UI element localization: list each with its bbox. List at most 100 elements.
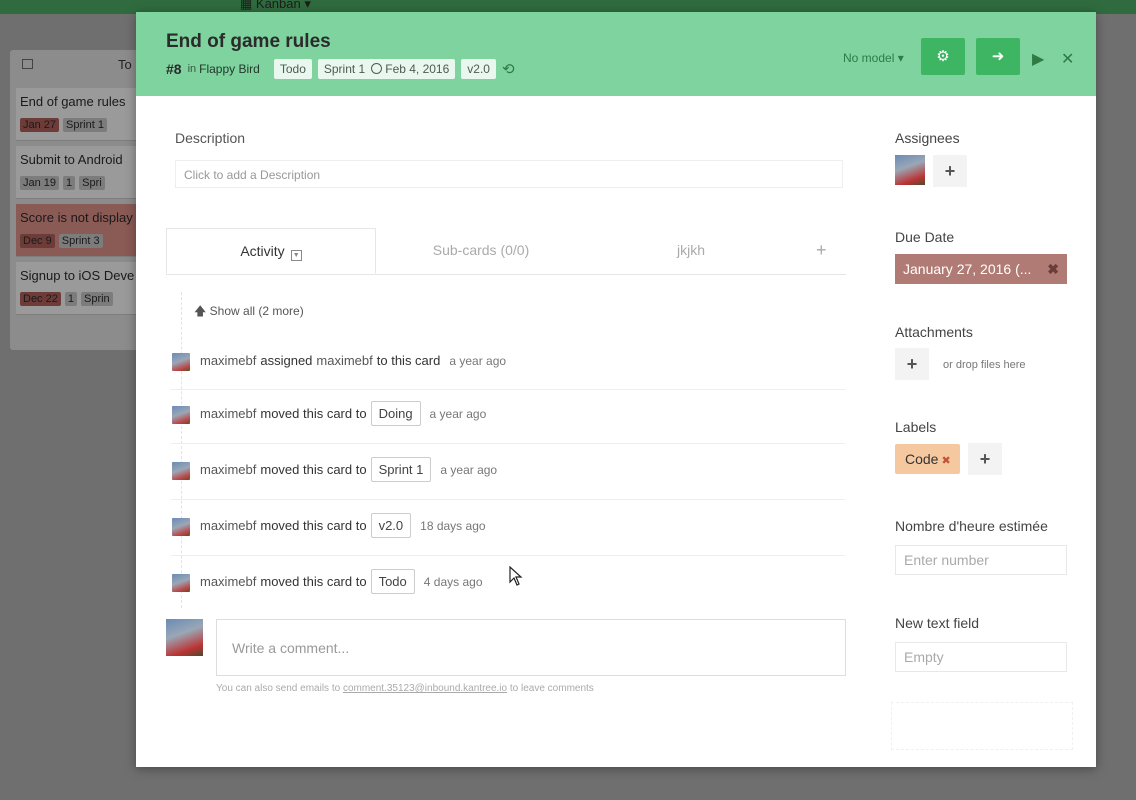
text-field-input[interactable]: Empty [895,642,1067,672]
list-icon [22,59,33,69]
tab-activity[interactable]: Activity ▼ [166,228,376,274]
add-attachment-button[interactable]: + [895,348,929,380]
text-field-label: New text field [895,615,980,631]
tab-sub-cards[interactable]: Sub-cards (0/0) [376,228,586,274]
card-sprint: Sprint 1 [63,118,107,132]
card-attach-count: 1 [64,292,77,306]
in-word: in [187,63,197,75]
due-date-label: Due Date [895,229,955,245]
description-input[interactable]: Click to add a Description [175,160,843,188]
avatar [172,406,190,424]
sprint-chip[interactable]: Sprint 1 Feb 4, 2016 [317,59,456,79]
caret-down-icon[interactable]: ▼ [290,250,302,261]
card-title: Signup to iOS Deve [20,268,135,283]
card-title: Submit to Android [20,152,123,167]
activity-time: a year ago [429,406,487,421]
assignees-label: Assignees [895,130,960,146]
activity-user[interactable]: maximebf [200,353,256,368]
kanban-label: Kanban [255,0,301,11]
activity-user[interactable]: maximebf [200,406,256,421]
activity-time: a year ago [449,353,507,368]
assignee-avatar[interactable] [895,155,925,185]
card-sprint: Spri [79,176,105,190]
background-card[interactable]: End of game rules Jan 27 Sprint 1 [16,88,156,141]
list-title: To [118,57,132,72]
play-icon[interactable]: ▶ [1032,49,1044,69]
activity-user[interactable]: maximebf [200,462,256,477]
card-header: End of game rules #8 in Flappy Bird Todo… [136,12,1096,96]
due-date-value: January 27, 2016 (... [903,261,1032,277]
card-due: Dec 9 [20,234,55,248]
activity-time: a year ago [440,462,498,477]
activity-tag: Todo [370,569,415,594]
avatar [172,574,190,592]
model-dropdown[interactable]: No model ▾ [843,51,904,65]
activity-tag: Doing [370,401,421,426]
background-card[interactable]: Submit to Android Jan 19 1 Spri [16,146,156,199]
settings-button[interactable]: ⚙ [921,38,965,75]
hours-input[interactable]: Enter number [895,545,1067,575]
labels-label: Labels [895,419,937,435]
activity-item: maximebf moved this card to Sprint 1 a y… [171,443,845,500]
hours-label: Nombre d'heure estimée [895,518,1048,534]
avatar [172,353,190,371]
version-chip[interactable]: v2.0 [461,59,496,79]
activity-tag: v2.0 [370,513,412,538]
activity-time: 4 days ago [423,574,483,589]
hint-suffix: to leave comments [509,683,594,694]
background-card[interactable]: Signup to iOS Deve Dec 22 1 Sprin [16,262,156,315]
sign-in-icon: ➜ [991,48,1005,65]
avatar [172,518,190,536]
card-due: Dec 22 [20,292,61,306]
move-button[interactable]: ➜ [976,38,1020,75]
remove-due-icon[interactable]: ✖ [1047,254,1059,284]
drop-files-hint: or drop files here [943,359,1026,371]
plus-icon: + [979,449,991,469]
sprint-date: Feb 4, 2016 [385,62,450,76]
activity-item: maximebf moved this card to v2.0 18 days… [171,499,845,556]
project-link[interactable]: Flappy Bird [199,62,260,76]
add-label-button[interactable]: + [968,443,1002,475]
activity-tag: Sprint 1 [370,457,432,482]
due-date-chip[interactable]: January 27, 2016 (... ✖ [895,254,1067,284]
current-user-avatar [166,619,203,656]
show-all-label: Show all (2 more) [209,304,304,318]
show-all-link[interactable]: 🡅 Show all (2 more) [194,302,304,323]
hint-prefix: You can also send emails to [216,683,341,694]
card-title: Score is not display [20,210,133,225]
card-sprint: Sprint 3 [58,234,103,248]
mouse-cursor-icon [509,566,523,586]
label-chip-code[interactable]: Code ✖ [895,444,960,474]
remove-label-icon[interactable]: ✖ [941,455,950,467]
attachments-label: Attachments [895,324,973,340]
comment-input[interactable]: Write a comment... [216,619,846,676]
status-chip[interactable]: Todo [273,59,312,79]
card-sprint: Sprin [80,292,113,306]
tab-jkjkh[interactable]: jkjkh [586,228,796,274]
comment-email-link[interactable]: comment.35123@inbound.kantree.io [343,683,507,694]
activity-target-user[interactable]: maximebf [316,353,372,368]
add-assignee-button[interactable]: + [933,155,967,187]
activity-verb: moved this card to [260,574,367,589]
email-hint: You can also send emails to comment.3512… [216,683,594,694]
add-tab-icon[interactable]: + [816,240,827,261]
tab-bar: Activity ▼ Sub-cards (0/0) jkjkh + [166,228,846,275]
close-icon[interactable]: ✕ [1061,49,1074,69]
background-card[interactable]: Score is not display Dec 9 Sprint 3 [16,204,156,257]
history-icon[interactable]: ⟲ [502,60,515,78]
activity-item: maximebf moved this card to Todo 4 days … [171,555,845,611]
sprint-label: Sprint 1 [323,62,366,76]
card-attach-count: 1 [63,176,76,190]
kanban-view-switch[interactable]: ▦ Kanban ▾ [240,0,311,12]
activity-verb: moved this card to [260,406,367,421]
plus-icon: + [944,161,956,181]
activity-verb: assigned [260,353,313,368]
card-title[interactable]: End of game rules [166,31,331,53]
activity-time: 18 days ago [420,518,486,533]
activity-user[interactable]: maximebf [200,574,256,589]
model-label: No model [843,51,895,65]
card-meta: #8 in Flappy Bird Todo Sprint 1 Feb 4, 20… [166,59,515,79]
tab-label: Activity [240,243,285,259]
activity-user[interactable]: maximebf [200,518,256,533]
plus-icon: + [906,354,918,374]
